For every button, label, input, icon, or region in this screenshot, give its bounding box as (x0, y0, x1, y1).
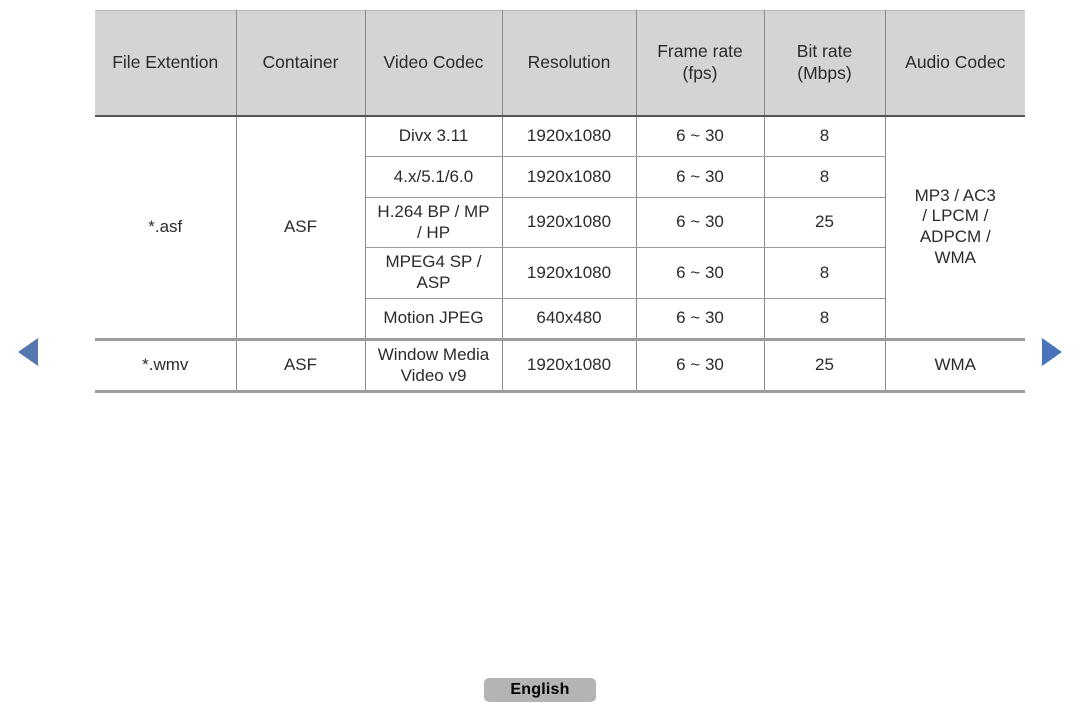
cell-video-codec: Divx 3.11 (364, 115, 503, 157)
frame-rate-line-2: (fps) (682, 62, 718, 83)
cell-file-extention: *.wmv (95, 337, 237, 394)
column-header-video-codec: Video Codec (364, 10, 503, 117)
prev-page-arrow-icon[interactable] (18, 338, 38, 366)
spec-table: File Extention Container Video Codec Res… (95, 10, 1025, 394)
audio-codec-line-3: ADPCM / (919, 227, 991, 247)
cell-container: ASF (235, 115, 366, 340)
cell-resolution: 1920x1080 (501, 156, 637, 198)
cell-resolution: 1920x1080 (501, 247, 637, 299)
bit-rate-line-2: (Mbps) (797, 62, 852, 83)
cell-frame-rate: 6 ~ 30 (635, 297, 765, 340)
audio-codec-line-4: WMA (934, 247, 977, 267)
column-header-container: Container (235, 10, 366, 117)
frame-rate-line-1: Frame rate (657, 41, 743, 62)
cell-bit-rate: 8 (763, 297, 886, 340)
cell-bit-rate: 8 (763, 247, 886, 299)
cell-frame-rate: 6 ~ 30 (635, 156, 765, 198)
cell-video-codec: H.264 BP / MP / HP (364, 196, 503, 249)
cell-frame-rate: 6 ~ 30 (635, 196, 765, 249)
cell-resolution: 640x480 (501, 297, 637, 340)
cell-file-extention: *.asf (95, 115, 237, 340)
audio-codec-line-2: / LPCM / (922, 206, 989, 226)
cell-bit-rate: 25 (763, 337, 886, 394)
cell-video-codec: MPEG4 SP / ASP (364, 247, 503, 299)
cell-frame-rate: 6 ~ 30 (635, 115, 765, 157)
video-codec-line-1: Window Media (377, 344, 490, 364)
video-codec-line-1: H.264 BP / MP (377, 202, 490, 221)
column-header-resolution: Resolution (501, 10, 637, 117)
table-header: File Extention Container Video Codec Res… (95, 10, 1025, 117)
column-header-file-extention: File Extention (95, 10, 237, 117)
video-codec-support-table: File Extention Container Video Codec Res… (95, 10, 1025, 394)
bit-rate-line-1: Bit rate (796, 41, 853, 62)
next-page-arrow-icon[interactable] (1042, 338, 1062, 366)
table-row: *.asf ASF Divx 3.11 1920x1080 6 ~ 30 8 M… (95, 115, 1025, 340)
column-header-bit-rate: Bit rate (Mbps) (763, 10, 886, 117)
column-header-audio-codec: Audio Codec (884, 10, 1025, 117)
video-codec-line-2: ASP (416, 273, 451, 293)
cell-bit-rate: 8 (763, 115, 886, 157)
cell-bit-rate: 8 (763, 156, 886, 198)
header-row: File Extention Container Video Codec Res… (95, 10, 1025, 117)
cell-video-codec: 4.x/5.1/6.0 (364, 156, 503, 198)
cell-video-codec: Window Media Video v9 (364, 337, 503, 394)
column-header-frame-rate: Frame rate (fps) (635, 10, 765, 117)
video-codec-line-1: MPEG4 SP / (385, 252, 482, 272)
video-codec-line-2: / HP (416, 222, 451, 242)
table-row: *.wmv ASF Window Media Video v9 1920x108… (95, 337, 1025, 394)
cell-audio-codec: WMA (884, 337, 1025, 394)
table-body: *.asf ASF Divx 3.11 1920x1080 6 ~ 30 8 M… (95, 115, 1025, 394)
cell-resolution: 1920x1080 (501, 196, 637, 249)
cell-container: ASF (235, 337, 366, 394)
cell-audio-codec: MP3 / AC3 / LPCM / ADPCM / WMA (884, 115, 1025, 340)
cell-bit-rate: 25 (763, 196, 886, 249)
cell-resolution: 1920x1080 (501, 115, 637, 157)
video-codec-line-2: Video v9 (400, 365, 467, 385)
cell-frame-rate: 6 ~ 30 (635, 337, 765, 394)
page-root: File Extention Container Video Codec Res… (0, 0, 1080, 705)
cell-video-codec: Motion JPEG (364, 297, 503, 340)
cell-frame-rate: 6 ~ 30 (635, 247, 765, 299)
cell-resolution: 1920x1080 (501, 337, 637, 394)
language-button[interactable]: English (484, 678, 596, 702)
audio-codec-line-1: MP3 / AC3 (914, 185, 996, 205)
